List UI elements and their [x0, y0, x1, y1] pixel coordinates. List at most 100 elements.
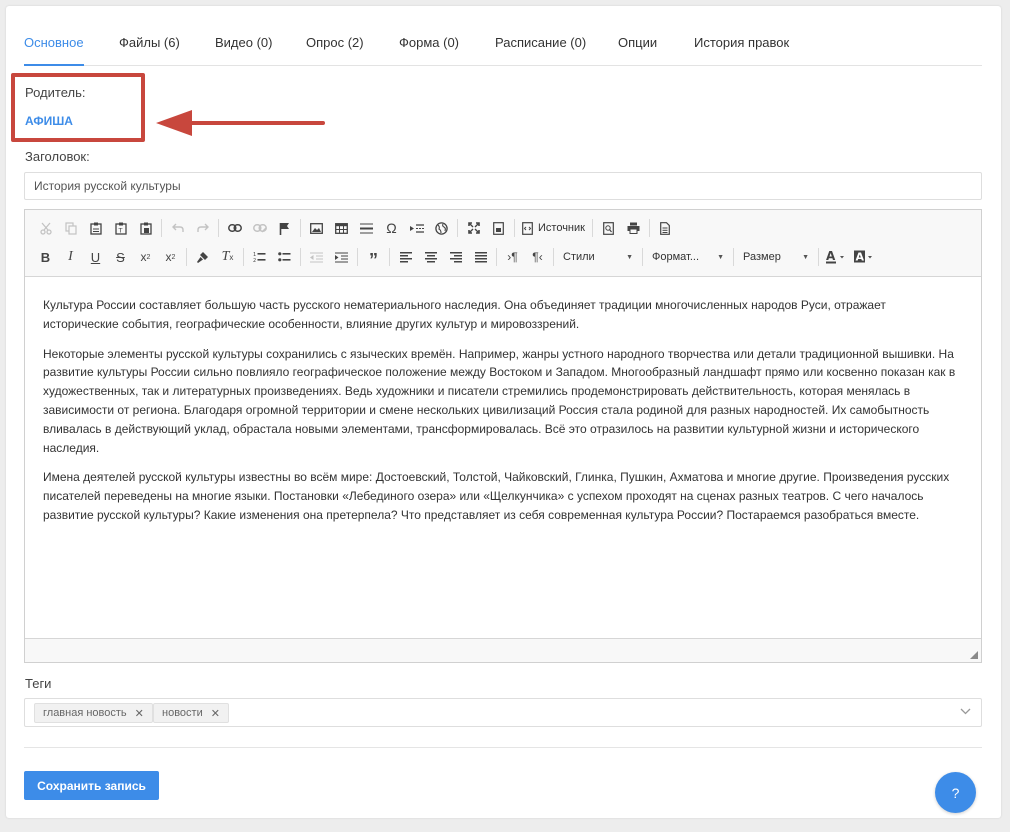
highlight-box — [11, 73, 145, 142]
tab-form[interactable]: Форма (0) — [399, 35, 459, 66]
paste-icon[interactable] — [83, 217, 108, 239]
copy-icon[interactable] — [58, 217, 83, 239]
tags-input[interactable]: главная новость ✕ новости ✕ — [24, 698, 982, 727]
strikethrough-icon[interactable]: S — [108, 246, 133, 268]
format-label: Формат... — [652, 251, 700, 263]
redo-icon[interactable] — [190, 217, 215, 239]
chevron-down-icon: ▼ — [717, 253, 724, 261]
chevron-down-icon: ▼ — [802, 253, 809, 261]
chevron-down-icon[interactable] — [960, 708, 971, 715]
chevron-down-icon: ▼ — [626, 253, 633, 261]
toolbar-separator — [186, 248, 187, 266]
tag-chip-label: новости — [162, 707, 203, 719]
tab-video[interactable]: Видео (0) — [215, 35, 272, 66]
tab-poll[interactable]: Опрос (2) — [306, 35, 364, 66]
toolbar-separator — [733, 248, 734, 266]
tab-main[interactable]: Основное — [24, 35, 84, 66]
bulleted-list-icon[interactable] — [272, 246, 297, 268]
svg-text:A: A — [826, 250, 836, 263]
paste-text-icon[interactable]: T — [108, 217, 133, 239]
title-input[interactable] — [24, 172, 982, 200]
toolbar-separator — [642, 248, 643, 266]
source-button[interactable]: Источник — [518, 217, 589, 239]
numbered-list-icon[interactable]: 12 — [247, 246, 272, 268]
link-icon[interactable] — [222, 217, 247, 239]
toolbar-separator — [553, 248, 554, 266]
editor-statusbar — [25, 638, 981, 662]
source-label: Источник — [538, 222, 585, 234]
maximize-icon[interactable] — [461, 217, 486, 239]
text-color-icon[interactable]: A — [822, 246, 850, 268]
resize-handle-icon[interactable] — [968, 649, 978, 659]
toolbar-separator — [496, 248, 497, 266]
indent-icon[interactable] — [329, 246, 354, 268]
tab-history[interactable]: История правок — [694, 35, 789, 66]
table-icon[interactable] — [329, 217, 354, 239]
anchor-flag-icon[interactable] — [272, 217, 297, 239]
svg-text:T: T — [117, 226, 122, 234]
background-color-icon[interactable]: A — [850, 246, 878, 268]
tab-bar: Основное Файлы (6) Видео (0) Опрос (2) Ф… — [24, 28, 982, 66]
svg-text:2: 2 — [253, 258, 256, 263]
toolbar-separator — [818, 248, 819, 266]
image-icon[interactable] — [304, 217, 329, 239]
toolbar-separator — [300, 248, 301, 266]
outdent-icon[interactable] — [304, 246, 329, 268]
horizontal-line-icon[interactable] — [354, 217, 379, 239]
styles-dropdown[interactable]: Стили ▼ — [557, 246, 639, 268]
format-dropdown[interactable]: Формат... ▼ — [646, 246, 730, 268]
content-paragraph: Имена деятелей русской культуры известны… — [43, 470, 950, 522]
content-paragraph: Некоторые элементы русской культуры сохр… — [43, 346, 956, 455]
source-icon — [522, 221, 533, 235]
unlink-icon[interactable] — [247, 217, 272, 239]
toolbar-separator — [243, 248, 244, 266]
editor-content[interactable]: Культура России составляет большую часть… — [43, 296, 963, 536]
show-blocks-icon[interactable] — [486, 217, 511, 239]
help-button[interactable]: ? — [935, 772, 976, 813]
size-label: Размер — [743, 251, 781, 263]
content-paragraph: Культура России составляет большую часть… — [43, 298, 886, 331]
toolbar-separator — [591, 219, 593, 237]
tag-chip: главная новость ✕ — [34, 703, 153, 723]
special-char-icon[interactable]: Ω — [379, 217, 404, 239]
italic-icon[interactable]: I — [58, 246, 83, 268]
align-right-icon[interactable] — [443, 246, 468, 268]
superscript-icon[interactable]: x2 — [158, 246, 183, 268]
bold-icon[interactable]: B — [33, 246, 58, 268]
text-direction-rtl-icon[interactable]: ¶‹ — [525, 246, 550, 268]
title-label: Заголовок: — [25, 149, 90, 164]
tab-files[interactable]: Файлы (6) — [119, 35, 180, 66]
remove-format-icon[interactable]: Tx — [215, 246, 240, 268]
blockquote-icon[interactable]: ” — [361, 246, 386, 270]
svg-text:A: A — [856, 251, 865, 264]
preview-icon[interactable] — [596, 217, 621, 239]
tab-options[interactable]: Опции — [618, 35, 657, 66]
text-direction-ltr-icon[interactable]: ›¶ — [500, 246, 525, 268]
subscript-icon[interactable]: x2 — [133, 246, 158, 268]
align-left-icon[interactable] — [393, 246, 418, 268]
toolbar-separator — [514, 219, 515, 237]
underline-icon[interactable]: U — [83, 246, 108, 268]
cut-icon[interactable] — [33, 217, 58, 239]
tab-schedule[interactable]: Расписание (0) — [495, 35, 586, 66]
tag-chip-label: главная новость — [43, 707, 127, 719]
undo-icon[interactable] — [165, 217, 190, 239]
toolbar-separator — [457, 219, 458, 237]
page-break-icon[interactable] — [404, 217, 429, 239]
remove-tag-icon[interactable]: ✕ — [135, 707, 144, 720]
paste-word-icon[interactable] — [133, 217, 158, 239]
iframe-globe-icon[interactable] — [429, 217, 454, 239]
rich-text-editor: T Ω Источник B I U S x 2 x 2 T x 1 2 ” ›… — [24, 209, 982, 663]
align-justify-icon[interactable] — [468, 246, 493, 268]
toolbar-separator — [357, 248, 358, 266]
copy-format-brush-icon[interactable] — [190, 246, 215, 268]
remove-tag-icon[interactable]: ✕ — [211, 707, 220, 720]
print-icon[interactable] — [621, 217, 646, 239]
tag-chip: новости ✕ — [153, 703, 229, 723]
toolbar-separator — [218, 219, 219, 237]
font-size-dropdown[interactable]: Размер ▼ — [737, 246, 815, 268]
templates-icon[interactable] — [653, 217, 678, 239]
save-button[interactable]: Сохранить запись — [24, 771, 159, 800]
align-center-icon[interactable] — [418, 246, 443, 268]
edit-panel: Основное Файлы (6) Видео (0) Опрос (2) Ф… — [6, 6, 1001, 818]
